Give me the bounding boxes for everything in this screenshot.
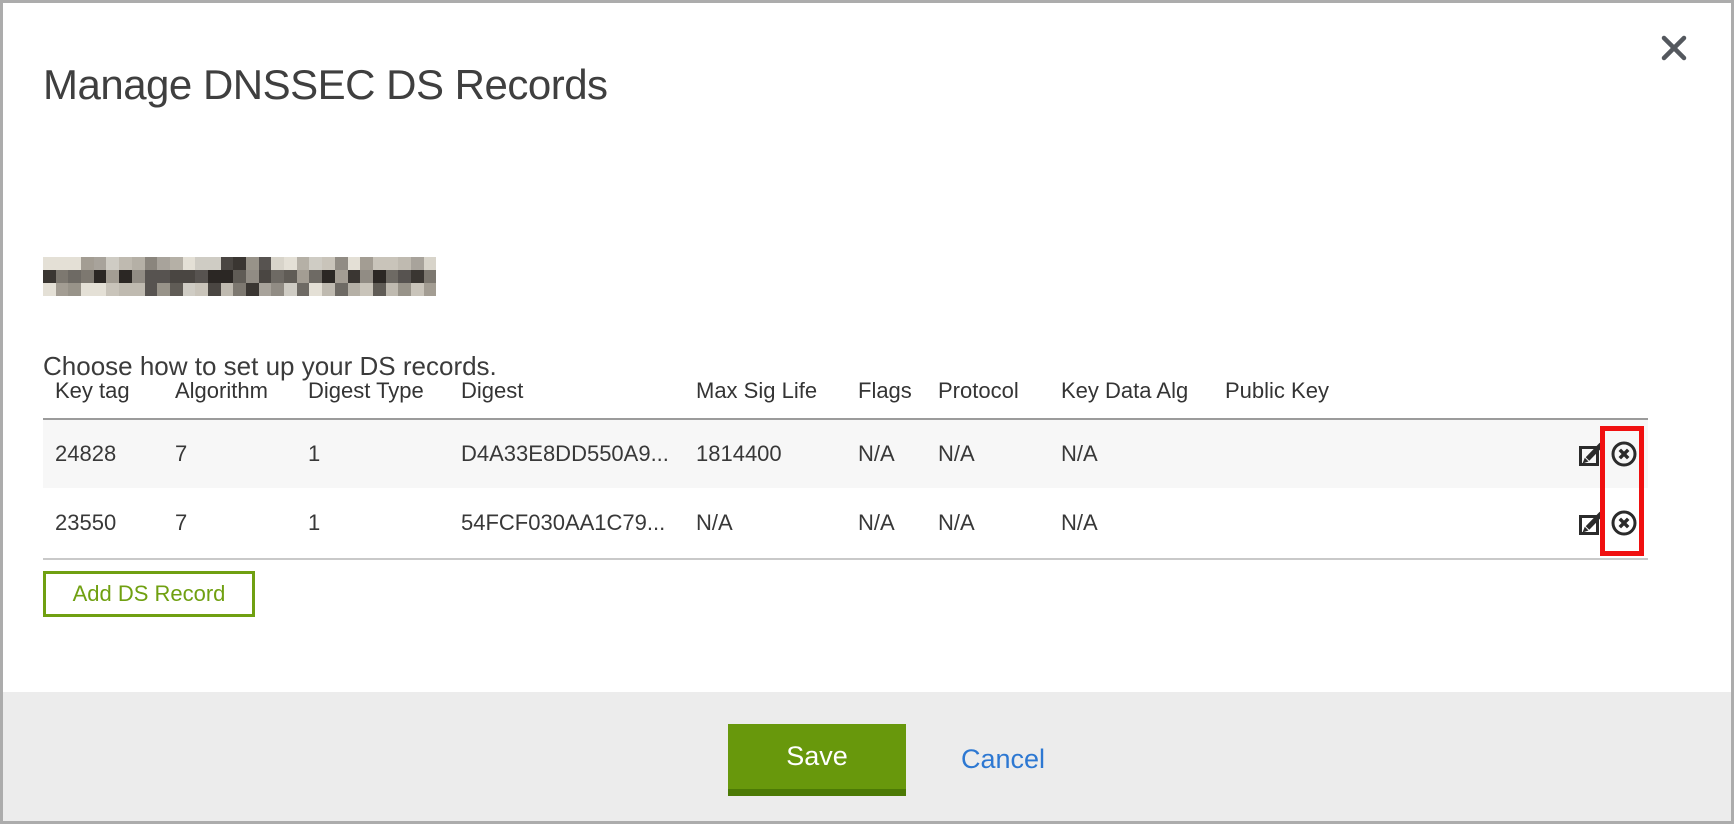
- table-row: 23550 7 1 54FCF030AA1C79... N/A N/A N/A …: [43, 488, 1648, 559]
- col-header-public-key: Public Key: [1213, 363, 1461, 419]
- cell-key-data-alg: N/A: [1049, 488, 1213, 559]
- cell-actions: [1461, 419, 1648, 488]
- cell-max-sig-life: N/A: [684, 488, 846, 559]
- table-row: 24828 7 1 D4A33E8DD550A9... 1814400 N/A …: [43, 419, 1648, 488]
- cell-digest-type: 1: [296, 488, 449, 559]
- dialog-title: Manage DNSSEC DS Records: [43, 61, 608, 109]
- add-ds-record-button[interactable]: Add DS Record: [43, 571, 255, 617]
- cell-max-sig-life: 1814400: [684, 419, 846, 488]
- redacted-domain-name: [43, 257, 436, 296]
- col-header-algorithm: Algorithm: [163, 363, 296, 419]
- edit-icon: [1577, 509, 1605, 537]
- cell-key-tag: 23550: [43, 488, 163, 559]
- cell-flags: N/A: [846, 419, 926, 488]
- col-header-max-sig-life: Max Sig Life: [684, 363, 846, 419]
- delete-record-button[interactable]: [1610, 509, 1638, 537]
- cell-protocol: N/A: [926, 488, 1049, 559]
- manage-dnssec-dialog: Manage DNSSEC DS Records Choose how to s…: [0, 0, 1734, 824]
- col-header-digest-type: Digest Type: [296, 363, 449, 419]
- cancel-link[interactable]: Cancel: [961, 744, 1045, 775]
- col-header-key-tag: Key tag: [43, 363, 163, 419]
- delete-icon: [1610, 509, 1638, 537]
- close-icon: [1657, 31, 1691, 65]
- cell-public-key: [1213, 419, 1461, 488]
- cell-actions: [1461, 488, 1648, 559]
- ds-records-table: Key tag Algorithm Digest Type Digest Max…: [43, 363, 1648, 560]
- col-header-flags: Flags: [846, 363, 926, 419]
- edit-record-button[interactable]: [1577, 440, 1605, 468]
- col-header-digest: Digest: [449, 363, 684, 419]
- col-header-protocol: Protocol: [926, 363, 1049, 419]
- cell-algorithm: 7: [163, 419, 296, 488]
- cell-protocol: N/A: [926, 419, 1049, 488]
- delete-icon: [1610, 440, 1638, 468]
- table-header-row: Key tag Algorithm Digest Type Digest Max…: [43, 363, 1648, 419]
- edit-record-button[interactable]: [1577, 509, 1605, 537]
- cell-digest-type: 1: [296, 419, 449, 488]
- cell-digest: D4A33E8DD550A9...: [449, 419, 684, 488]
- save-button[interactable]: Save: [728, 724, 906, 796]
- dialog-footer: Save Cancel: [3, 692, 1731, 821]
- cell-algorithm: 7: [163, 488, 296, 559]
- cell-key-data-alg: N/A: [1049, 419, 1213, 488]
- delete-record-button[interactable]: [1610, 440, 1638, 468]
- close-button[interactable]: [1657, 31, 1691, 65]
- cell-key-tag: 24828: [43, 419, 163, 488]
- col-header-actions: [1461, 363, 1648, 419]
- cell-digest: 54FCF030AA1C79...: [449, 488, 684, 559]
- cell-public-key: [1213, 488, 1461, 559]
- col-header-key-data-alg: Key Data Alg: [1049, 363, 1213, 419]
- edit-icon: [1577, 440, 1605, 468]
- cell-flags: N/A: [846, 488, 926, 559]
